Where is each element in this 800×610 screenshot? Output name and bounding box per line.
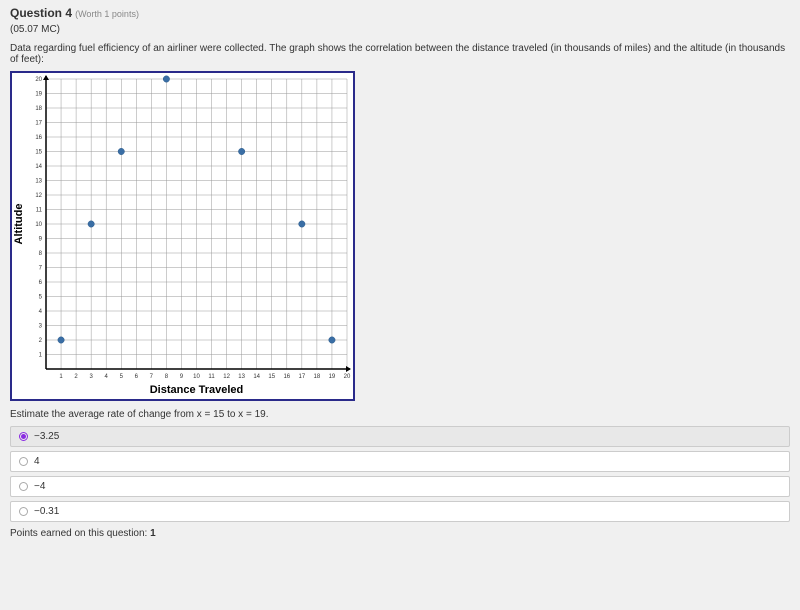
radio-icon: [19, 457, 28, 466]
svg-text:11: 11: [36, 208, 43, 214]
svg-text:9: 9: [39, 237, 43, 243]
svg-text:8: 8: [39, 251, 43, 257]
svg-text:16: 16: [283, 374, 290, 380]
svg-text:3: 3: [39, 324, 43, 330]
svg-text:15: 15: [35, 150, 42, 156]
answer-label: 4: [34, 456, 40, 467]
answer-list: −3.25 4 −4 −0.31: [10, 426, 790, 522]
question-title: Question 4: [10, 6, 72, 20]
points-earned-label: Points earned on this question:: [10, 528, 147, 539]
svg-text:13: 13: [238, 374, 245, 380]
svg-text:13: 13: [35, 179, 42, 185]
svg-text:7: 7: [150, 374, 154, 380]
svg-text:12: 12: [223, 374, 230, 380]
radio-icon: [19, 507, 28, 516]
svg-text:10: 10: [35, 222, 42, 228]
svg-text:5: 5: [39, 295, 43, 301]
svg-text:Distance Traveled: Distance Traveled: [150, 384, 244, 396]
answer-label: −4: [34, 481, 45, 492]
svg-text:9: 9: [180, 374, 184, 380]
answer-option[interactable]: −4: [10, 476, 790, 497]
question-header: Question 4 (Worth 1 points): [10, 6, 790, 20]
svg-text:11: 11: [208, 374, 215, 380]
svg-text:20: 20: [344, 374, 351, 380]
answer-option[interactable]: −0.31: [10, 501, 790, 522]
question-worth: (Worth 1 points): [75, 9, 139, 19]
radio-icon: [19, 432, 28, 441]
svg-text:1: 1: [39, 353, 43, 359]
svg-text:8: 8: [165, 374, 169, 380]
svg-text:1: 1: [59, 374, 63, 380]
svg-text:19: 19: [35, 92, 42, 98]
answer-label: −0.31: [34, 506, 59, 517]
svg-text:4: 4: [39, 309, 43, 315]
points-earned: Points earned on this question: 1: [10, 528, 790, 539]
scatter-chart: 1234567891011121314151617181920123456789…: [10, 71, 355, 401]
svg-text:6: 6: [135, 374, 139, 380]
svg-text:16: 16: [35, 135, 42, 141]
svg-text:15: 15: [268, 374, 275, 380]
answer-option[interactable]: 4: [10, 451, 790, 472]
answer-label: −3.25: [34, 431, 59, 442]
svg-text:12: 12: [35, 193, 42, 199]
svg-text:3: 3: [89, 374, 93, 380]
svg-text:2: 2: [74, 374, 78, 380]
svg-text:17: 17: [35, 121, 42, 127]
chart-svg: 1234567891011121314151617181920123456789…: [12, 73, 353, 399]
radio-icon: [19, 482, 28, 491]
question-subprompt: Estimate the average rate of change from…: [10, 409, 790, 420]
question-code: (05.07 MC): [10, 24, 790, 35]
svg-text:20: 20: [35, 77, 42, 83]
points-earned-value: 1: [150, 528, 156, 539]
question-prompt: Data regarding fuel efficiency of an air…: [10, 43, 790, 65]
svg-text:4: 4: [105, 374, 109, 380]
svg-text:7: 7: [39, 266, 43, 272]
svg-text:14: 14: [253, 374, 260, 380]
svg-text:19: 19: [329, 374, 336, 380]
svg-text:Altitude: Altitude: [13, 204, 25, 245]
svg-text:2: 2: [39, 338, 43, 344]
svg-text:18: 18: [314, 374, 321, 380]
svg-text:10: 10: [193, 374, 200, 380]
svg-text:14: 14: [35, 164, 42, 170]
svg-text:5: 5: [120, 374, 124, 380]
svg-text:17: 17: [299, 374, 306, 380]
svg-text:18: 18: [35, 106, 42, 112]
svg-text:6: 6: [39, 280, 43, 286]
answer-option[interactable]: −3.25: [10, 426, 790, 447]
